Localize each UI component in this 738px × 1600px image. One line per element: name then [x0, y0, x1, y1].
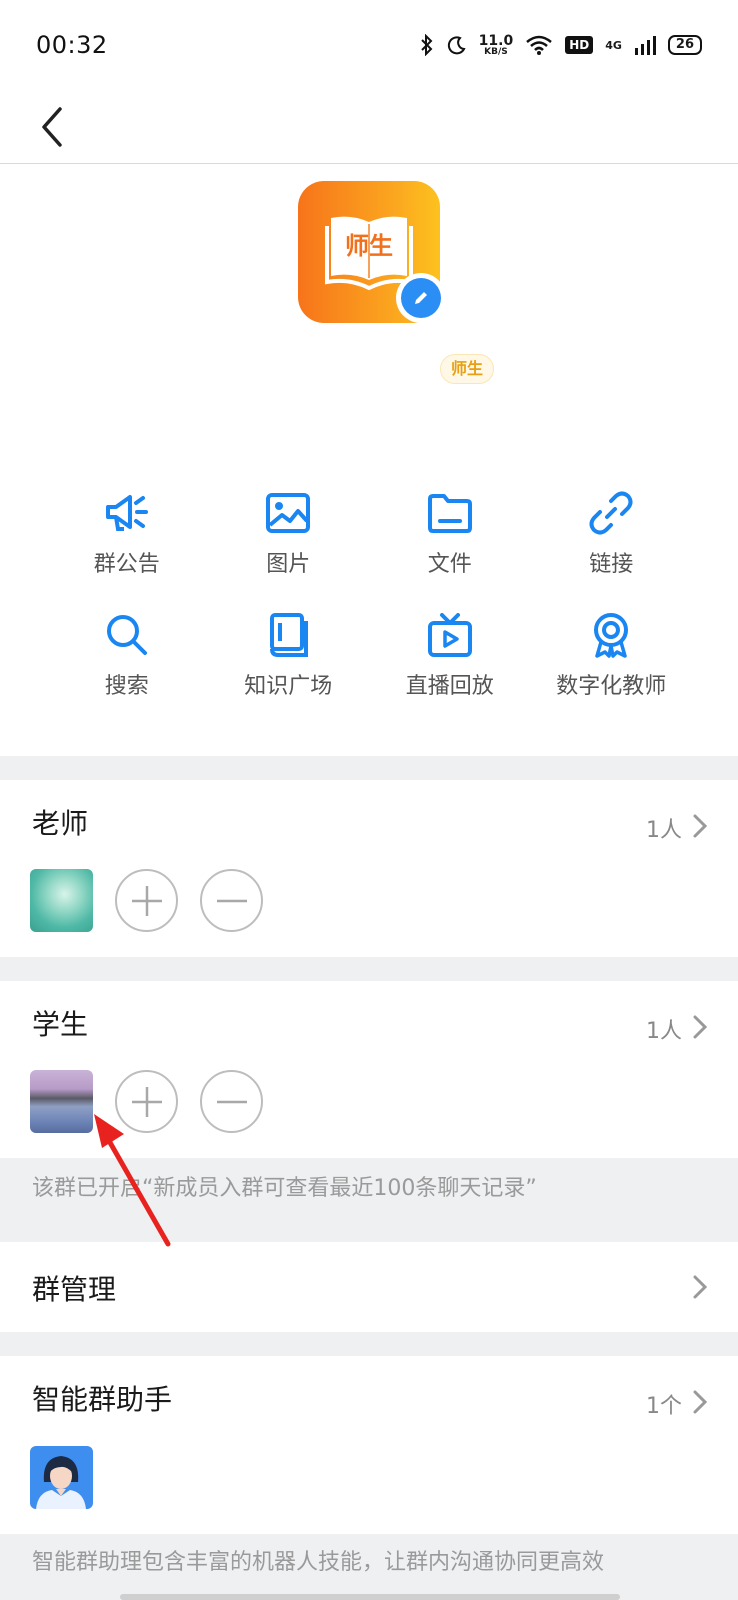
- assistant-header[interactable]: 智能群助手 1个: [0, 1356, 738, 1426]
- speed-unit: KB/S: [484, 46, 508, 57]
- minus-icon: [216, 1100, 247, 1103]
- bluetooth-icon: [420, 34, 433, 56]
- assistant-title: 智能群助手: [32, 1383, 173, 1416]
- search-icon: [104, 612, 150, 658]
- image-icon: [265, 490, 311, 536]
- teachers-members: [30, 869, 263, 932]
- chevron-right-icon: [693, 1015, 708, 1039]
- folder-icon: [427, 490, 473, 536]
- group-manage-title: 群管理: [32, 1273, 117, 1306]
- tool-label: 群公告: [93, 552, 160, 577]
- book-icon: 师生: [325, 212, 413, 292]
- signal-icon: [634, 36, 656, 55]
- assistant-members: [30, 1446, 93, 1509]
- section-divider: [0, 957, 738, 981]
- tool-label: 文件: [427, 552, 472, 577]
- remove-student-button[interactable]: [200, 1070, 263, 1133]
- back-arrow-icon: [42, 107, 62, 147]
- annotation-arrow-icon: [94, 1114, 171, 1247]
- status-icons: 11.0 KB/S HD 4G 26: [419, 34, 702, 57]
- network-speed: 11.0 KB/S: [479, 34, 514, 57]
- network-type: 4G: [605, 38, 622, 52]
- remove-teacher-button[interactable]: [200, 869, 263, 932]
- tool-label: 知识广场: [244, 674, 333, 699]
- pencil-icon: [415, 292, 427, 304]
- tool-images[interactable]: 图片: [208, 490, 370, 578]
- students-title: 学生: [32, 1008, 89, 1041]
- tool-label: 数字化教师: [556, 674, 667, 699]
- teachers-section: 老师 1人: [0, 780, 738, 957]
- student-avatar[interactable]: [30, 1070, 93, 1133]
- tool-links[interactable]: 链接: [531, 490, 693, 578]
- section-divider: [0, 1332, 738, 1356]
- group-manage-row[interactable]: 群管理: [0, 1242, 738, 1332]
- battery-indicator: 26: [667, 35, 702, 55]
- plus-icon: [131, 885, 162, 916]
- minus-icon: [216, 899, 247, 902]
- status-bar: 00:32 11.0 KB/S HD 4G 26: [0, 0, 738, 90]
- tool-knowledge-square[interactable]: 知识广场: [208, 612, 370, 700]
- hd-badge: HD: [565, 36, 594, 54]
- assistant-description-text: 智能群助理包含丰富的机器人技能，让群内沟通协同更高效: [32, 1550, 605, 1575]
- add-teacher-button[interactable]: [115, 869, 178, 932]
- status-time: 00:32: [36, 31, 108, 59]
- link-icon: [588, 490, 634, 536]
- nav-bar: [0, 90, 738, 164]
- assistant-avatar[interactable]: [30, 1446, 93, 1509]
- chevron-right-icon: [693, 814, 708, 838]
- assistant-section: 智能群助手 1个: [0, 1356, 738, 1534]
- tv-play-icon: [427, 612, 473, 658]
- assistant-count: 1个: [646, 1394, 682, 1419]
- home-indicator[interactable]: [120, 1594, 620, 1600]
- book-icon: [265, 612, 311, 658]
- tool-label: 链接: [589, 552, 634, 577]
- edit-avatar-button[interactable]: [396, 273, 446, 323]
- group-type-tag: 师生: [440, 354, 495, 384]
- assistant-description: 智能群助理包含丰富的机器人技能，让群内沟通协同更高效: [0, 1534, 738, 1600]
- tool-label: 搜索: [104, 674, 149, 699]
- chevron-right-icon: [693, 1275, 708, 1299]
- tool-announcement[interactable]: 群公告: [46, 490, 208, 578]
- tool-live-replay[interactable]: 直播回放: [369, 612, 531, 700]
- tool-files[interactable]: 文件: [369, 490, 531, 578]
- tool-search[interactable]: 搜索: [46, 612, 208, 700]
- tool-label: 图片: [266, 552, 311, 577]
- speed-value: 11.0: [478, 32, 514, 49]
- tool-grid: 群公告 图片 文件 链接 搜索 知识广场 直播回放 数字化教师: [46, 490, 692, 700]
- tool-digital-teacher[interactable]: 数字化教师: [531, 612, 693, 700]
- teachers-title: 老师: [32, 807, 89, 840]
- teachers-count: 1人: [646, 818, 682, 843]
- section-divider: [0, 756, 738, 780]
- teachers-header[interactable]: 老师 1人: [0, 780, 738, 850]
- teacher-avatar[interactable]: [30, 869, 93, 932]
- megaphone-icon: [104, 490, 150, 536]
- tool-label: 直播回放: [405, 674, 494, 699]
- wifi-icon: [526, 35, 553, 55]
- badge-icon: [588, 612, 634, 658]
- students-header[interactable]: 学生 1人: [0, 981, 738, 1051]
- back-button[interactable]: [30, 102, 74, 152]
- moon-icon: [447, 36, 466, 55]
- group-avatar-text: 师生: [345, 232, 393, 260]
- group-avatar-container[interactable]: 师生: [298, 181, 446, 323]
- chevron-right-icon: [693, 1390, 708, 1414]
- students-count: 1人: [646, 1019, 682, 1044]
